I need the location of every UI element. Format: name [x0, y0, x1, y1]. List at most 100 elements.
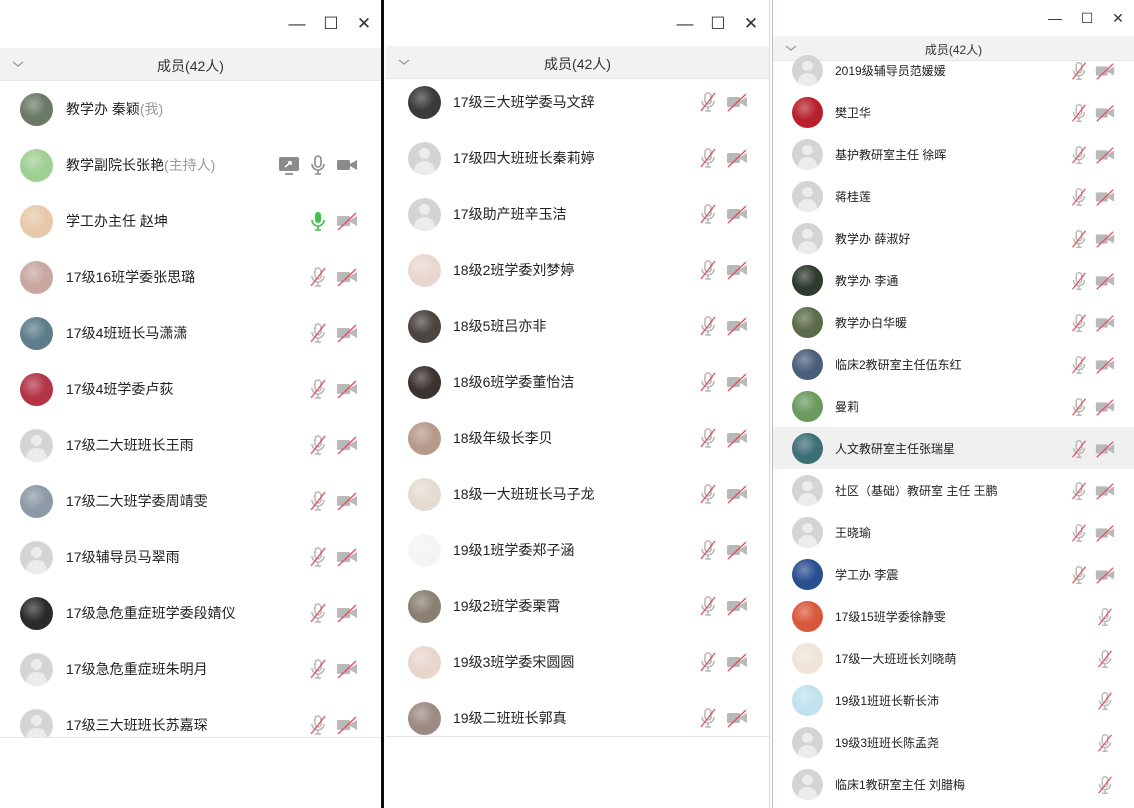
mic-off-icon[interactable] — [696, 482, 720, 506]
minimize-button[interactable]: — — [673, 12, 697, 36]
member-row[interactable]: 教学办 秦颖(我) — [0, 81, 381, 137]
mic-off-icon[interactable] — [1094, 606, 1116, 626]
mic-off-icon[interactable] — [696, 370, 720, 394]
mic-off-icon[interactable] — [1068, 186, 1090, 206]
video-off-icon[interactable] — [725, 258, 749, 282]
member-row[interactable]: 19级3班学委宋圆圆 — [386, 634, 769, 690]
mic-off-icon[interactable] — [1068, 480, 1090, 500]
video-off-icon[interactable] — [725, 482, 749, 506]
video-off-icon[interactable] — [335, 377, 359, 401]
video-off-icon[interactable] — [1094, 60, 1116, 80]
member-row[interactable]: 18级年级长李贝 — [386, 410, 769, 466]
maximize-button[interactable]: ☐ — [1075, 6, 1099, 30]
mic-off-icon[interactable] — [1068, 60, 1090, 80]
mic-off-icon[interactable] — [696, 90, 720, 114]
video-off-icon[interactable] — [1094, 144, 1116, 164]
member-row[interactable]: 17级二大班班长王雨 — [0, 417, 381, 473]
close-button[interactable]: ✕ — [352, 12, 376, 36]
video-off-icon[interactable] — [335, 545, 359, 569]
minimize-button[interactable]: — — [1043, 6, 1067, 30]
member-row[interactable]: 19级2班学委栗霄 — [386, 578, 769, 634]
member-row[interactable]: 17级四大班班长秦莉婷 — [386, 130, 769, 186]
video-off-icon[interactable] — [1094, 186, 1116, 206]
mic-off-icon[interactable] — [696, 314, 720, 338]
video-off-icon[interactable] — [1094, 270, 1116, 290]
minimize-button[interactable]: — — [285, 12, 309, 36]
member-row[interactable]: 教学办 李通 — [773, 259, 1134, 301]
mic-off-icon[interactable] — [696, 538, 720, 562]
mic-off-icon[interactable] — [696, 202, 720, 226]
video-off-icon[interactable] — [725, 706, 749, 730]
mic-off-icon[interactable] — [1068, 270, 1090, 290]
member-row[interactable]: 19级二班班长郭真 — [386, 690, 769, 736]
mic-off-icon[interactable] — [306, 265, 330, 289]
mic-off-icon[interactable] — [1094, 648, 1116, 668]
member-row[interactable]: 教学办 薛淑好 — [773, 217, 1134, 259]
mic-off-icon[interactable] — [696, 650, 720, 674]
mic-off-icon[interactable] — [1068, 564, 1090, 584]
mic-off-icon[interactable] — [306, 377, 330, 401]
member-row[interactable]: 17级急危重症班朱明月 — [0, 641, 381, 697]
video-off-icon[interactable] — [725, 650, 749, 674]
member-row[interactable]: 17级三大班班长苏嘉琛 — [0, 697, 381, 737]
member-row[interactable]: 17级16班学委张思璐 — [0, 249, 381, 305]
maximize-button[interactable]: ☐ — [706, 12, 730, 36]
video-off-icon[interactable] — [335, 657, 359, 681]
member-row[interactable]: 17级助产班辛玉洁 — [386, 186, 769, 242]
mic-off-icon[interactable] — [306, 657, 330, 681]
video-off-icon[interactable] — [1094, 396, 1116, 416]
video-off-icon[interactable] — [725, 90, 749, 114]
video-off-icon[interactable] — [1094, 438, 1116, 458]
member-row[interactable]: 社区（基础）教研室 主任 王鹏 — [773, 469, 1134, 511]
video-off-icon[interactable] — [725, 538, 749, 562]
mic-off-icon[interactable] — [1068, 522, 1090, 542]
member-row[interactable]: 临床1教研室主任 刘腊梅 — [773, 763, 1134, 805]
member-row[interactable]: 17级4班学委卢荻 — [0, 361, 381, 417]
member-row[interactable]: 18级2班学委刘梦婷 — [386, 242, 769, 298]
member-row[interactable]: 17级一大班班长刘晓萌 — [773, 637, 1134, 679]
mic-off-icon[interactable] — [306, 545, 330, 569]
video-off-icon[interactable] — [335, 489, 359, 513]
video-off-icon[interactable] — [1094, 522, 1116, 542]
mic-off-icon[interactable] — [1068, 438, 1090, 458]
mic-off-icon[interactable] — [1068, 102, 1090, 122]
mic-off-icon[interactable] — [306, 601, 330, 625]
mic-off-icon[interactable] — [1094, 774, 1116, 794]
member-row[interactable]: 18级6班学委董怡洁 — [386, 354, 769, 410]
share-icon[interactable] — [277, 153, 301, 177]
mic-off-icon[interactable] — [1094, 732, 1116, 752]
video-off-icon[interactable] — [1094, 564, 1116, 584]
member-row[interactable]: 学工办 李震 — [773, 553, 1134, 595]
member-row[interactable]: 学工办主任 赵坤 — [0, 193, 381, 249]
member-row[interactable]: 蒋桂莲 — [773, 175, 1134, 217]
member-row[interactable]: 樊卫华 — [773, 91, 1134, 133]
member-row[interactable]: 17级辅导员马翠雨 — [0, 529, 381, 585]
mic-active-icon[interactable] — [306, 209, 330, 233]
member-row[interactable]: 19级1班班长靳长沛 — [773, 679, 1134, 721]
member-row[interactable]: 王晓瑜 — [773, 511, 1134, 553]
video-off-icon[interactable] — [725, 594, 749, 618]
video-off-icon[interactable] — [725, 370, 749, 394]
video-off-icon[interactable] — [1094, 354, 1116, 374]
mic-off-icon[interactable] — [696, 706, 720, 730]
mic-off-icon[interactable] — [696, 146, 720, 170]
mic-off-icon[interactable] — [306, 321, 330, 345]
mic-off-icon[interactable] — [306, 713, 330, 737]
members-section-header[interactable]: 成员(42人) — [0, 48, 381, 81]
video-off-icon[interactable] — [1094, 312, 1116, 332]
mic-off-icon[interactable] — [1094, 690, 1116, 710]
video-off-icon[interactable] — [1094, 480, 1116, 500]
mic-off-icon[interactable] — [306, 489, 330, 513]
member-row[interactable]: 临床2教研室主任伍东红 — [773, 343, 1134, 385]
member-row[interactable]: 基护教研室主任 徐晖 — [773, 133, 1134, 175]
video-off-icon[interactable] — [335, 433, 359, 457]
video-off-icon[interactable] — [725, 426, 749, 450]
video-off-icon[interactable] — [335, 209, 359, 233]
video-off-icon[interactable] — [725, 202, 749, 226]
member-row[interactable]: 18级5班吕亦非 — [386, 298, 769, 354]
mic-off-icon[interactable] — [1068, 354, 1090, 374]
close-button[interactable]: ✕ — [1106, 6, 1130, 30]
mic-off-icon[interactable] — [306, 433, 330, 457]
mic-off-icon[interactable] — [696, 594, 720, 618]
mic-off-icon[interactable] — [1068, 144, 1090, 164]
